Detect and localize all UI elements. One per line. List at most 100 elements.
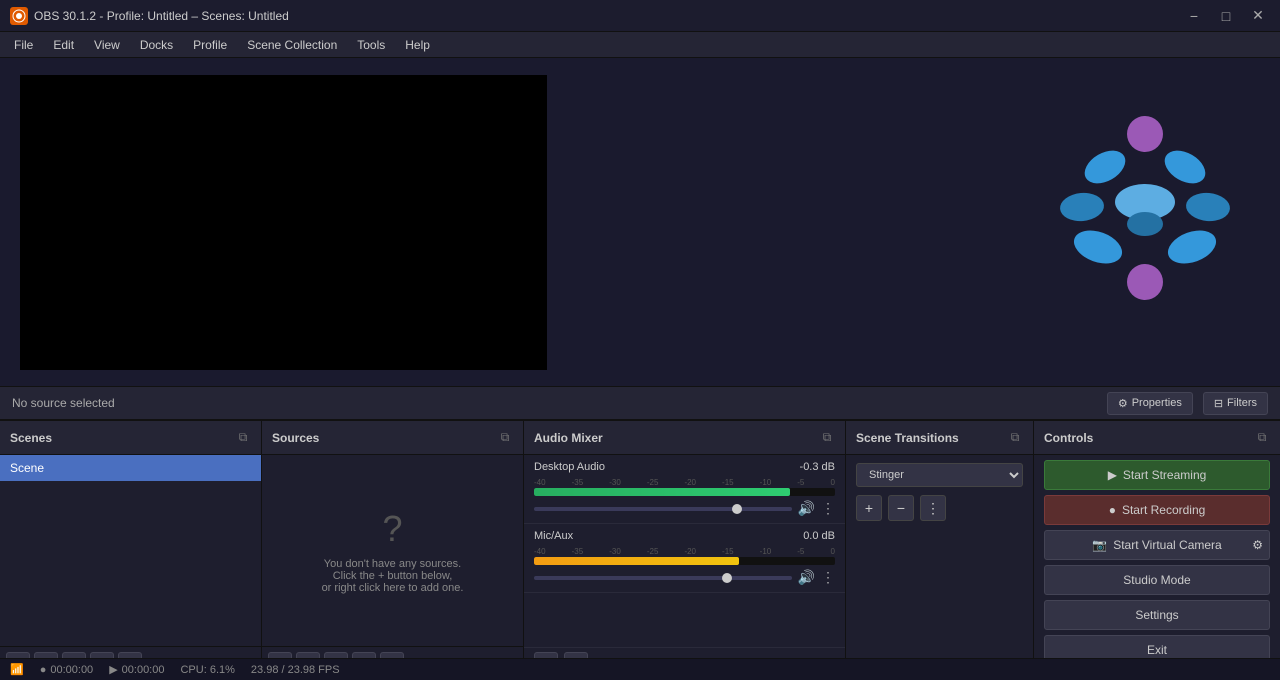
signal-strength: 📶	[10, 663, 24, 676]
menu-item-scene-collection[interactable]: Scene Collection	[237, 35, 347, 55]
preview-canvas	[20, 75, 547, 370]
menu-item-edit[interactable]: Edit	[43, 35, 84, 55]
mic-aux-db: 0.0 dB	[803, 530, 835, 542]
transition-settings-button[interactable]: ⋮	[920, 495, 946, 521]
recording-time: ● 00:00:00	[40, 664, 93, 676]
fps-value: 23.98 / 23.98 FPS	[251, 664, 340, 676]
scenes-panel-header: Scenes ⧉	[0, 421, 261, 455]
audio-panel-header: Audio Mixer ⧉	[524, 421, 845, 455]
controls-panel-title: Controls	[1044, 431, 1093, 445]
titlebar: OBS 30.1.2 - Profile: Untitled – Scenes:…	[0, 0, 1280, 32]
transitions-collapse-button[interactable]: ⧉	[1007, 430, 1023, 446]
controls-panel: Controls ⧉ ▶ Start Streaming ● Start Rec…	[1034, 421, 1280, 680]
mic-audio-mute-icon[interactable]: 🔊	[798, 569, 815, 586]
fps-display: 23.98 / 23.98 FPS	[251, 664, 340, 676]
menu-item-view[interactable]: View	[84, 35, 130, 55]
camera-icon: 📷	[1092, 538, 1107, 552]
desktop-audio-channel: Desktop Audio -0.3 dB -40-35-30-25-20-15…	[524, 455, 845, 524]
mic-volume-slider[interactable]	[534, 576, 792, 580]
desktop-meter-ticks: -40-35-30-25-20-15-10-50	[534, 477, 835, 488]
menu-item-docks[interactable]: Docks	[130, 35, 183, 55]
transitions-panel-actions: ⧉	[1007, 430, 1023, 446]
recording-time-value: 00:00:00	[50, 664, 93, 676]
add-transition-button[interactable]: +	[856, 495, 882, 521]
settings-button[interactable]: Settings	[1044, 600, 1270, 630]
properties-button[interactable]: ⚙ Properties	[1107, 392, 1193, 415]
controls-collapse-button[interactable]: ⧉	[1254, 430, 1270, 446]
mic-audio-menu-icon[interactable]: ⋮	[821, 569, 835, 586]
desktop-volume-slider[interactable]	[534, 507, 792, 511]
minimize-button[interactable]: −	[1182, 4, 1206, 28]
window-title: OBS 30.1.2 - Profile: Untitled – Scenes:…	[34, 9, 1182, 23]
remove-transition-button[interactable]: −	[888, 495, 914, 521]
desktop-audio-controls: 🔊 ⋮	[534, 500, 835, 517]
scenes-list: Scene	[0, 455, 261, 646]
sources-empty-text: You don't have any sources. Click the + …	[322, 558, 464, 594]
menubar: FileEditViewDocksProfileScene Collection…	[0, 32, 1280, 58]
record-icon: ●	[1109, 503, 1116, 517]
desktop-audio-header: Desktop Audio -0.3 dB	[534, 461, 835, 473]
audio-mixer-panel: Audio Mixer ⧉ Desktop Audio -0.3 dB -40-…	[524, 421, 846, 680]
scenes-collapse-button[interactable]: ⧉	[235, 430, 251, 446]
sources-panel-title: Sources	[272, 431, 319, 445]
audio-collapse-button[interactable]: ⧉	[819, 430, 835, 446]
mic-meter-fill	[534, 557, 739, 565]
main-content: No source selected ⚙ Properties ⊟ Filter…	[0, 58, 1280, 680]
desktop-audio-mute-icon[interactable]: 🔊	[798, 500, 815, 517]
obs-logo	[1050, 112, 1240, 312]
filters-button[interactable]: ⊟ Filters	[1203, 392, 1268, 415]
menu-item-file[interactable]: File	[4, 35, 43, 55]
desktop-audio-name: Desktop Audio	[534, 461, 605, 473]
studio-mode-button[interactable]: Studio Mode	[1044, 565, 1270, 595]
gear-icon: ⚙	[1118, 397, 1128, 410]
controls-panel-header: Controls ⧉	[1034, 421, 1280, 455]
obs-logo-area	[1050, 112, 1250, 332]
window-controls: − □ ✕	[1182, 4, 1270, 28]
scene-transitions-panel: Scene Transitions ⧉ Cut Fade Swipe Slide…	[846, 421, 1034, 680]
mic-aux-meter	[534, 557, 835, 565]
desktop-audio-meter	[534, 488, 835, 496]
scenes-panel-title: Scenes	[10, 431, 52, 445]
scene-item-scene[interactable]: Scene	[0, 455, 261, 481]
transitions-panel-title: Scene Transitions	[856, 431, 959, 445]
mic-aux-header: Mic/Aux 0.0 dB	[534, 530, 835, 542]
sources-collapse-button[interactable]: ⧉	[497, 430, 513, 446]
stream-time-value: 00:00:00	[122, 664, 165, 676]
audio-panel-actions: ⧉	[819, 430, 835, 446]
cpu-label: CPU: 6.1%	[180, 664, 234, 676]
start-virtual-camera-button[interactable]: 📷 Start Virtual Camera ⚙	[1044, 530, 1270, 560]
start-streaming-button[interactable]: ▶ Start Streaming	[1044, 460, 1270, 490]
mic-aux-channel: Mic/Aux 0.0 dB -40-35-30-25-20-15-10-50 …	[524, 524, 845, 593]
maximize-button[interactable]: □	[1214, 4, 1238, 28]
stream-time: ▶ 00:00:00	[109, 663, 164, 676]
close-button[interactable]: ✕	[1246, 4, 1270, 28]
stream-icon: ▶	[1108, 468, 1117, 482]
signal-icon: 📶	[10, 663, 24, 676]
desktop-volume-thumb	[732, 504, 742, 514]
sources-empty[interactable]: ? You don't have any sources. Click the …	[262, 455, 523, 646]
controls-panel-actions: ⧉	[1254, 430, 1270, 446]
menu-item-profile[interactable]: Profile	[183, 35, 237, 55]
sources-panel-actions: ⧉	[497, 430, 513, 446]
mic-volume-thumb	[722, 573, 732, 583]
sources-panel: Sources ⧉ ? You don't have any sources. …	[262, 421, 524, 680]
menu-item-help[interactable]: Help	[395, 35, 440, 55]
transitions-panel-header: Scene Transitions ⧉	[846, 421, 1033, 455]
desktop-audio-menu-icon[interactable]: ⋮	[821, 500, 835, 517]
mic-meter-ticks: -40-35-30-25-20-15-10-50	[534, 546, 835, 557]
start-recording-button[interactable]: ● Start Recording	[1044, 495, 1270, 525]
filter-icon: ⊟	[1214, 397, 1223, 410]
scenes-panel: Scenes ⧉ Scene + − ⊡ ▲ ▼	[0, 421, 262, 680]
menu-item-tools[interactable]: Tools	[347, 35, 395, 55]
scenes-panel-actions: ⧉	[235, 430, 251, 446]
mic-aux-name: Mic/Aux	[534, 530, 573, 542]
no-source-bar: No source selected ⚙ Properties ⊟ Filter…	[0, 386, 1280, 420]
cpu-usage: CPU: 6.1%	[180, 664, 234, 676]
preview-area	[0, 58, 1280, 386]
sources-panel-header: Sources ⧉	[262, 421, 523, 455]
virtual-camera-settings-icon[interactable]: ⚙	[1252, 538, 1263, 552]
question-mark-icon: ?	[382, 508, 402, 550]
desktop-audio-db: -0.3 dB	[800, 461, 835, 473]
transition-select[interactable]: Cut Fade Swipe Slide Stinger Fade to Col…	[856, 463, 1023, 487]
bottom-panels: Scenes ⧉ Scene + − ⊡ ▲ ▼ Sources ⧉	[0, 420, 1280, 680]
